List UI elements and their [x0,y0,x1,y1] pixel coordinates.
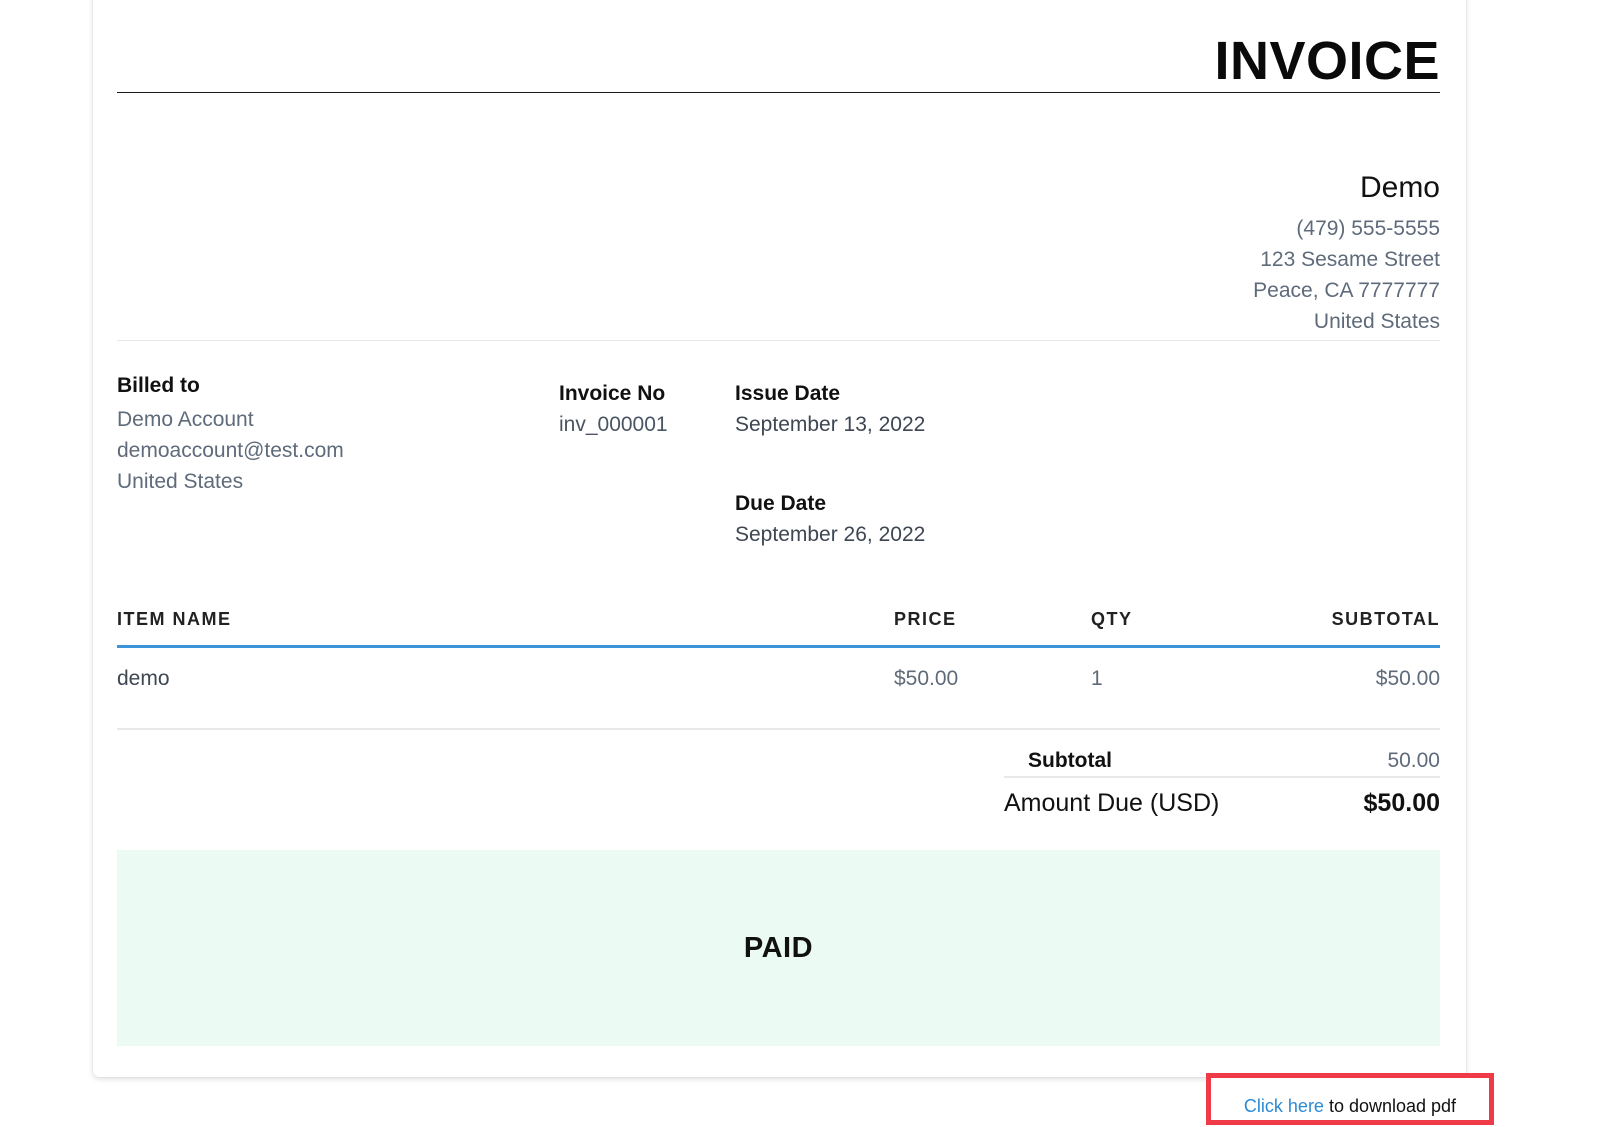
billed-to-label: Billed to [117,374,200,397]
invoice-card: INVOICE Demo (479) 555-5555 123 Sesame S… [93,0,1466,1077]
amount-due-value: $50.00 [1363,789,1440,817]
issue-date-value: September 13, 2022 [735,413,926,436]
billed-to-email: demoaccount@test.com [117,439,344,462]
totals-divider [1004,776,1440,778]
row-qty: 1 [1091,667,1103,690]
billed-to-country: United States [117,470,244,493]
due-date-section: Due Date September 26, 2022 [735,493,925,550]
due-date-value: September 26, 2022 [735,523,926,546]
issue-date-label: Issue Date [735,382,841,405]
table-row-divider [117,728,1440,730]
company-city: Peace, CA 7777777 [1253,279,1440,302]
invoice-title: INVOICE [1214,31,1440,91]
company-info: Demo (479) 555-5555 123 Sesame Street Pe… [1253,173,1440,337]
company-street: 123 Sesame Street [1260,248,1440,271]
invoice-number-section: Invoice No inv_000001 [559,383,668,440]
company-name: Demo [1359,171,1440,204]
download-pdf-link[interactable]: Click here [1244,1096,1324,1117]
table-header-divider [117,645,1440,648]
row-subtotal: $50.00 [1375,667,1440,690]
column-header-price: PRICE [894,609,957,629]
column-header-item-name: ITEM NAME [117,609,232,629]
billed-to-name: Demo Account [117,408,254,431]
row-item-name: demo [117,667,170,690]
company-phone: (479) 555-5555 [1296,217,1440,240]
company-country: United States [1313,310,1440,333]
subtotal-label: Subtotal [1028,749,1112,772]
invoice-number-label: Invoice No [559,382,666,405]
column-header-qty: QTY [1091,609,1133,629]
amount-due-label: Amount Due (USD) [1004,789,1220,817]
subtotal-value: 50.00 [1387,749,1440,772]
title-divider [117,92,1440,93]
row-price: $50.00 [894,667,959,690]
download-pdf-box: Click here to download pdf [1206,1073,1494,1125]
paid-status-text: PAID [743,931,814,964]
header-divider [117,340,1440,341]
issue-date-section: Issue Date September 13, 2022 [735,383,925,440]
due-date-label: Due Date [735,492,827,515]
invoice-number-value: inv_000001 [559,413,668,436]
paid-status-banner: PAID [117,850,1440,1046]
billed-to-section: Billed to Demo Account demoaccount@test.… [117,375,344,497]
download-pdf-text: to download pdf [1323,1095,1457,1116]
column-header-subtotal: SUBTOTAL [1331,609,1440,629]
page: INVOICE Demo (479) 555-5555 123 Sesame S… [0,0,1600,1127]
